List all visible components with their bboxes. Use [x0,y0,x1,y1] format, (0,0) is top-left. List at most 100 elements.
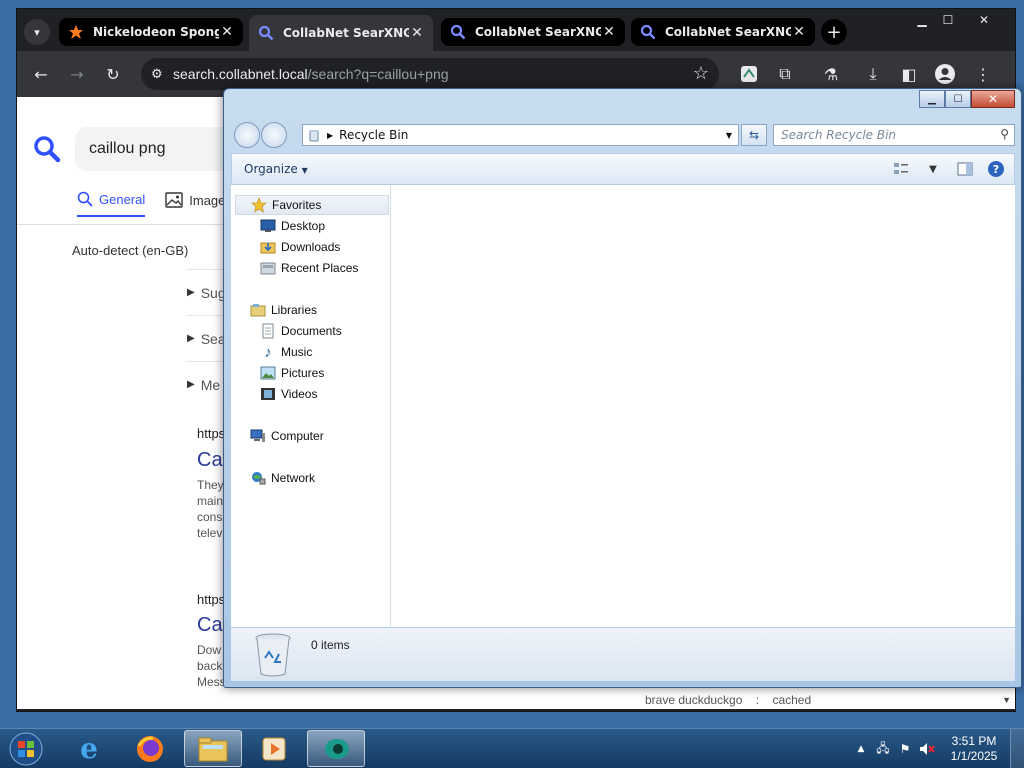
taskbar-internet-explorer[interactable]: e [60,730,118,767]
nav-libraries[interactable]: Libraries [231,300,391,320]
volume-muted-icon[interactable] [916,742,938,756]
tab-nickelodeon[interactable]: Nickelodeon SpongeB ✕ [59,18,243,46]
reload-button[interactable]: ↻ [99,61,127,87]
nav-favorites[interactable]: Favorites [235,195,389,215]
refresh-button[interactable]: ⇆ [741,124,767,146]
extensions-button[interactable]: ⧉ [771,61,799,87]
documents-icon [259,323,277,339]
labs-button[interactable]: ⚗ [817,61,845,87]
downloads-button[interactable]: ⤓ [859,61,887,87]
searxng-logo-icon [34,136,61,163]
forward-button[interactable] [261,122,287,148]
view-dropdown-button[interactable]: ▼ [924,161,942,177]
refresh-icon: ⇆ [748,128,760,142]
tab-collabnet-searxng-active[interactable]: CollabNet SearXNG ✕ [249,15,433,51]
bookmark-star-icon[interactable]: ☆ [693,63,709,84]
nav-videos[interactable]: Videos [231,384,391,404]
close-icon[interactable]: ✕ [409,25,425,41]
nav-label: Videos [281,387,318,401]
navigation-pane: Favorites Desktop Downloads Recent Place… [231,185,391,627]
preview-pane-button[interactable] [956,161,974,177]
search-category-tabs: General Images [77,189,232,217]
maximize-button[interactable]: ☐ [931,9,965,31]
show-desktop-button[interactable] [1010,729,1024,768]
media-player-icon [262,737,286,760]
nav-music[interactable]: ♪ Music [231,342,391,362]
address-bar[interactable]: ⚙ search.collabnet.local/search?q=caillo… [141,58,719,90]
scroll-down-arrow[interactable]: ▼ [1002,695,1011,705]
breadcrumb-arrow-icon[interactable]: ▶ [327,131,333,140]
nav-buttons [234,122,288,148]
file-list-area[interactable] [391,185,1015,627]
minimize-icon: ▁ [917,13,927,27]
nav-downloads[interactable]: Downloads [231,237,391,257]
taskbar-explorer[interactable] [184,730,242,767]
close-window-button[interactable]: ✕ [967,9,1001,31]
star-icon [250,197,268,213]
clock-date: 1/1/2025 [950,749,998,763]
searxng-favicon [449,23,467,41]
back-button[interactable]: ← [27,61,55,87]
search-field[interactable]: Search Recycle Bin ⚲ [773,124,1015,146]
nav-recent-places[interactable]: Recent Places [231,258,391,278]
tab-collabnet-searxng-2[interactable]: CollabNet SearXNG ✕ [441,18,625,46]
image-icon [165,192,183,208]
nav-pictures[interactable]: Pictures [231,363,391,383]
tab-collabnet-searxng-3[interactable]: CollabNet SearXNG ✕ [631,18,815,46]
command-bar: Organize ▼ ▼ ? [231,153,1015,185]
close-icon[interactable]: ✕ [601,24,617,40]
taskbar-chrome-app[interactable] [307,730,365,767]
back-button[interactable] [234,122,260,148]
new-tab-button[interactable]: + [821,19,847,45]
clock[interactable]: 3:51 PM 1/1/2025 [938,734,1010,764]
chevron-down-icon[interactable]: ▼ [720,131,738,140]
tab-search-button[interactable]: ▾ [24,19,50,45]
pictures-icon [259,365,277,381]
folder-icon [198,737,228,761]
address-bar[interactable]: ▶ Recycle Bin ▼ [302,124,739,146]
start-button[interactable] [6,731,46,767]
nav-network[interactable]: Network [231,468,391,488]
nav-computer[interactable]: Computer [231,426,391,446]
minimize-icon: ▁ [928,93,936,105]
forward-button[interactable]: → [63,61,91,87]
show-hidden-icons-button[interactable]: ▲ [850,744,872,754]
taskbar-firefox[interactable] [121,730,179,767]
computer-icon [249,428,267,444]
music-note-icon: ♪ [264,343,272,361]
side-panel-button[interactable]: ◧ [895,61,923,87]
minimize-button[interactable]: ▁ [919,90,945,108]
nav-desktop[interactable]: Desktop [231,216,391,236]
taskbar-media-player[interactable] [245,730,303,767]
breadcrumb-location[interactable]: Recycle Bin [339,128,408,142]
close-icon[interactable]: ✕ [791,24,807,40]
view-options-button[interactable] [892,161,910,177]
profile-button[interactable] [931,61,959,87]
windows-logo-icon [9,732,43,766]
extension-button[interactable] [735,61,763,87]
close-icon: ✕ [987,92,999,106]
puzzle-icon: ⧉ [779,64,791,83]
close-icon[interactable]: ✕ [219,24,235,40]
site-settings-icon[interactable]: ⚙ [151,66,173,82]
nav-documents[interactable]: Documents [231,321,391,341]
libraries-icon [249,302,267,318]
organize-button[interactable]: Organize ▼ [244,162,308,176]
tab-images[interactable]: Images [165,189,232,217]
tab-general[interactable]: General [77,189,146,217]
maximize-button[interactable]: ☐ [945,90,971,108]
help-icon[interactable]: ? [988,161,1004,177]
close-button[interactable]: ✕ [971,90,1015,108]
action-center-flag-icon[interactable]: ⚑ [894,742,916,756]
footer-separator: : [755,693,760,707]
language-select[interactable]: Auto-detect (en-GB) [72,243,188,258]
menu-button[interactable]: ⋮ [969,61,997,87]
maximize-icon: ☐ [953,93,963,105]
triangle-right-icon: ▶ [187,287,195,298]
network-tray-icon[interactable]: 🖧 [872,739,894,760]
cached-link[interactable]: cached [772,693,811,707]
nickelodeon-favicon [67,23,85,41]
app-icon [325,738,349,759]
window-caption-buttons: ▁ ☐ ✕ [919,90,1015,108]
item-count: 0 items [311,638,350,652]
